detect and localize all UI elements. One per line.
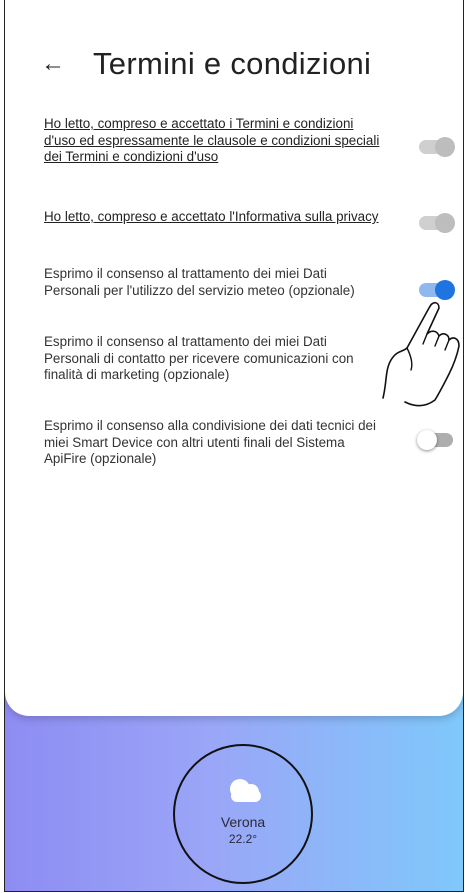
- consent-privacy-toggle: [419, 213, 455, 233]
- weather-city: Verona: [220, 814, 266, 830]
- consent-terms-text[interactable]: Ho letto, compreso e accettato i Termini…: [44, 116, 384, 166]
- cloud-icon: [230, 779, 261, 802]
- consent-weather-text: Esprimo il consenso al trattamento dei m…: [44, 266, 355, 298]
- header: ← Termini e condizioni: [41, 44, 371, 84]
- app-screen: ← Termini e condizioni Ho letto, compres…: [4, 0, 464, 892]
- terms-card: ← Termini e condizioni Ho letto, compres…: [5, 0, 463, 716]
- consent-privacy-text[interactable]: Ho letto, compreso e accettato l'Informa…: [44, 209, 384, 226]
- consent-sharing-text: Esprimo il consenso alla condivisione de…: [44, 418, 376, 466]
- consent-sharing-toggle[interactable]: [417, 430, 453, 450]
- weather-widget[interactable]: Verona 22.2°: [173, 744, 313, 884]
- page-title: Termini e condizioni: [93, 46, 372, 81]
- consent-marketing-text: Esprimo il consenso al trattamento dei m…: [44, 334, 354, 382]
- weather-temperature: 22.2°: [228, 832, 258, 846]
- consent-terms-toggle: [419, 137, 455, 157]
- arrow-left-icon[interactable]: ←: [41, 44, 81, 84]
- tap-hand-icon: [382, 301, 460, 407]
